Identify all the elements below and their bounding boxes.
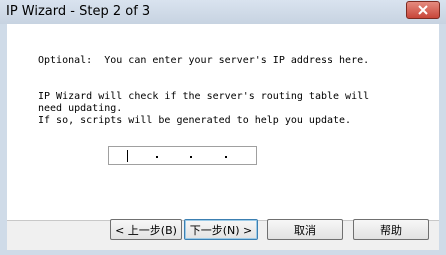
help-button[interactable]: 帮助 xyxy=(353,219,429,240)
cancel-button[interactable]: 取消 xyxy=(267,219,343,240)
close-button[interactable] xyxy=(406,1,440,19)
ip-separator-3 xyxy=(225,156,227,158)
optional-text: Optional: You can enter your server's IP… xyxy=(38,55,370,66)
ip-address-input[interactable] xyxy=(108,146,257,165)
info-line-3: If so, scripts will be generated to help… xyxy=(38,115,352,126)
ip-separator-2 xyxy=(190,156,192,158)
wizard-panel: Optional: You can enter your server's IP… xyxy=(7,24,439,220)
info-line-1: IP Wizard will check if the server's rou… xyxy=(38,91,370,102)
dialog-window: IP Wizard - Step 2 of 3 Optional: You ca… xyxy=(0,0,446,255)
window-title: IP Wizard - Step 2 of 3 xyxy=(6,4,151,19)
info-line-2: need updating. xyxy=(38,103,123,114)
title-bar[interactable]: IP Wizard - Step 2 of 3 xyxy=(0,0,446,25)
text-caret xyxy=(127,150,128,162)
next-button[interactable]: 下一步(N) > xyxy=(184,219,258,240)
back-button[interactable]: < 上一步(B) xyxy=(110,219,182,240)
close-icon xyxy=(418,5,428,15)
ip-separator-1 xyxy=(156,156,158,158)
